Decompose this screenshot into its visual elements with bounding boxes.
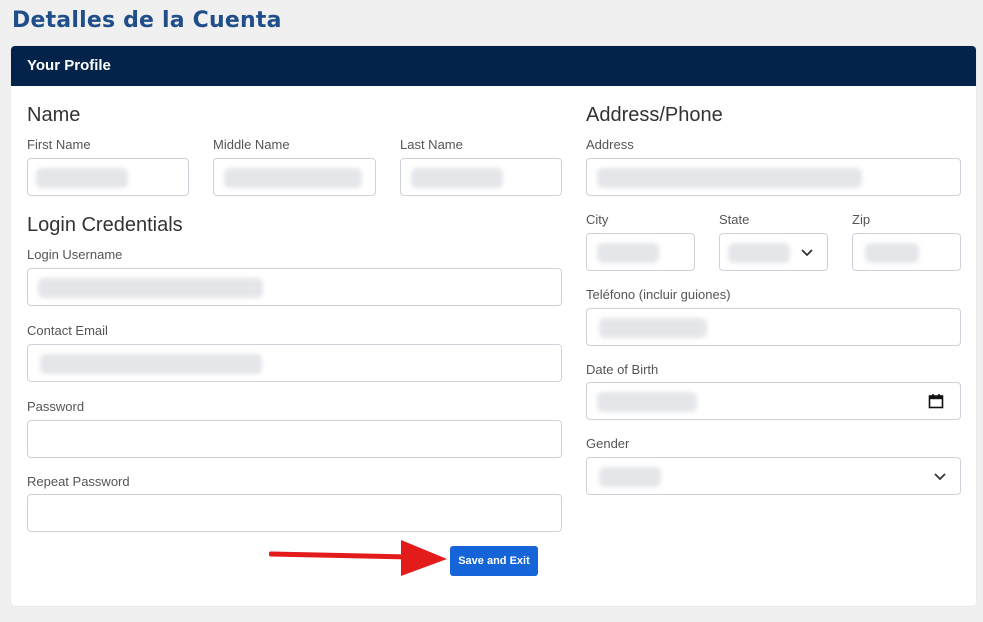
repeat-password-field[interactable] <box>27 494 562 532</box>
last-name-label: Last Name <box>400 137 463 152</box>
city-label: City <box>586 212 609 227</box>
first-name-field[interactable] <box>27 158 189 196</box>
middle-name-field[interactable] <box>213 158 376 196</box>
state-select[interactable] <box>719 233 828 271</box>
dob-field[interactable] <box>586 382 961 420</box>
city-field[interactable] <box>586 233 695 271</box>
redacted-value <box>40 354 262 374</box>
zip-label: Zip <box>852 212 871 227</box>
login-username-field[interactable] <box>27 268 562 306</box>
password-label: Password <box>27 399 85 414</box>
dob-label: Date of Birth <box>586 362 659 377</box>
repeat-password-label: Repeat Password <box>27 474 130 489</box>
redacted-value <box>599 318 707 338</box>
red-arrow-annotation <box>269 540 447 576</box>
calendar-icon[interactable] <box>928 393 944 409</box>
redacted-value <box>36 168 128 188</box>
profile-card: Your Profile Name First Name Middle Name… <box>11 46 976 606</box>
save-and-exit-button[interactable]: Save and Exit <box>450 546 538 576</box>
password-field[interactable] <box>27 420 562 458</box>
redacted-value <box>599 467 661 487</box>
contact-email-field[interactable] <box>27 344 562 382</box>
redacted-value <box>728 243 790 263</box>
name-section-title: Name <box>27 104 81 126</box>
chevron-down-icon <box>934 473 946 481</box>
redacted-value <box>411 168 503 188</box>
redacted-value <box>865 243 919 263</box>
redacted-value <box>38 278 263 298</box>
zip-field[interactable] <box>852 233 961 271</box>
redacted-value <box>597 168 862 188</box>
chevron-down-icon <box>801 249 813 257</box>
redacted-value <box>597 392 697 412</box>
login-username-label: Login Username <box>27 247 123 262</box>
middle-name-label: Middle Name <box>213 137 290 152</box>
redacted-value <box>224 168 362 188</box>
gender-label: Gender <box>586 436 630 451</box>
last-name-field[interactable] <box>400 158 562 196</box>
account-details-page: Detalles de la Cuenta Your Profile Name … <box>0 0 983 622</box>
card-header: Your Profile <box>11 46 976 86</box>
address-label: Address <box>586 137 634 152</box>
state-label: State <box>719 212 750 227</box>
address-field[interactable] <box>586 158 961 196</box>
phone-label: Teléfono (incluir guiones) <box>586 287 731 302</box>
redacted-value <box>597 243 659 263</box>
gender-select[interactable] <box>586 457 961 495</box>
page-title: Detalles de la Cuenta <box>12 8 282 33</box>
first-name-label: First Name <box>27 137 91 152</box>
phone-field[interactable] <box>586 308 961 346</box>
login-section-title: Login Credentials <box>27 214 183 236</box>
address-section-title: Address/Phone <box>586 104 723 126</box>
contact-email-label: Contact Email <box>27 323 108 338</box>
